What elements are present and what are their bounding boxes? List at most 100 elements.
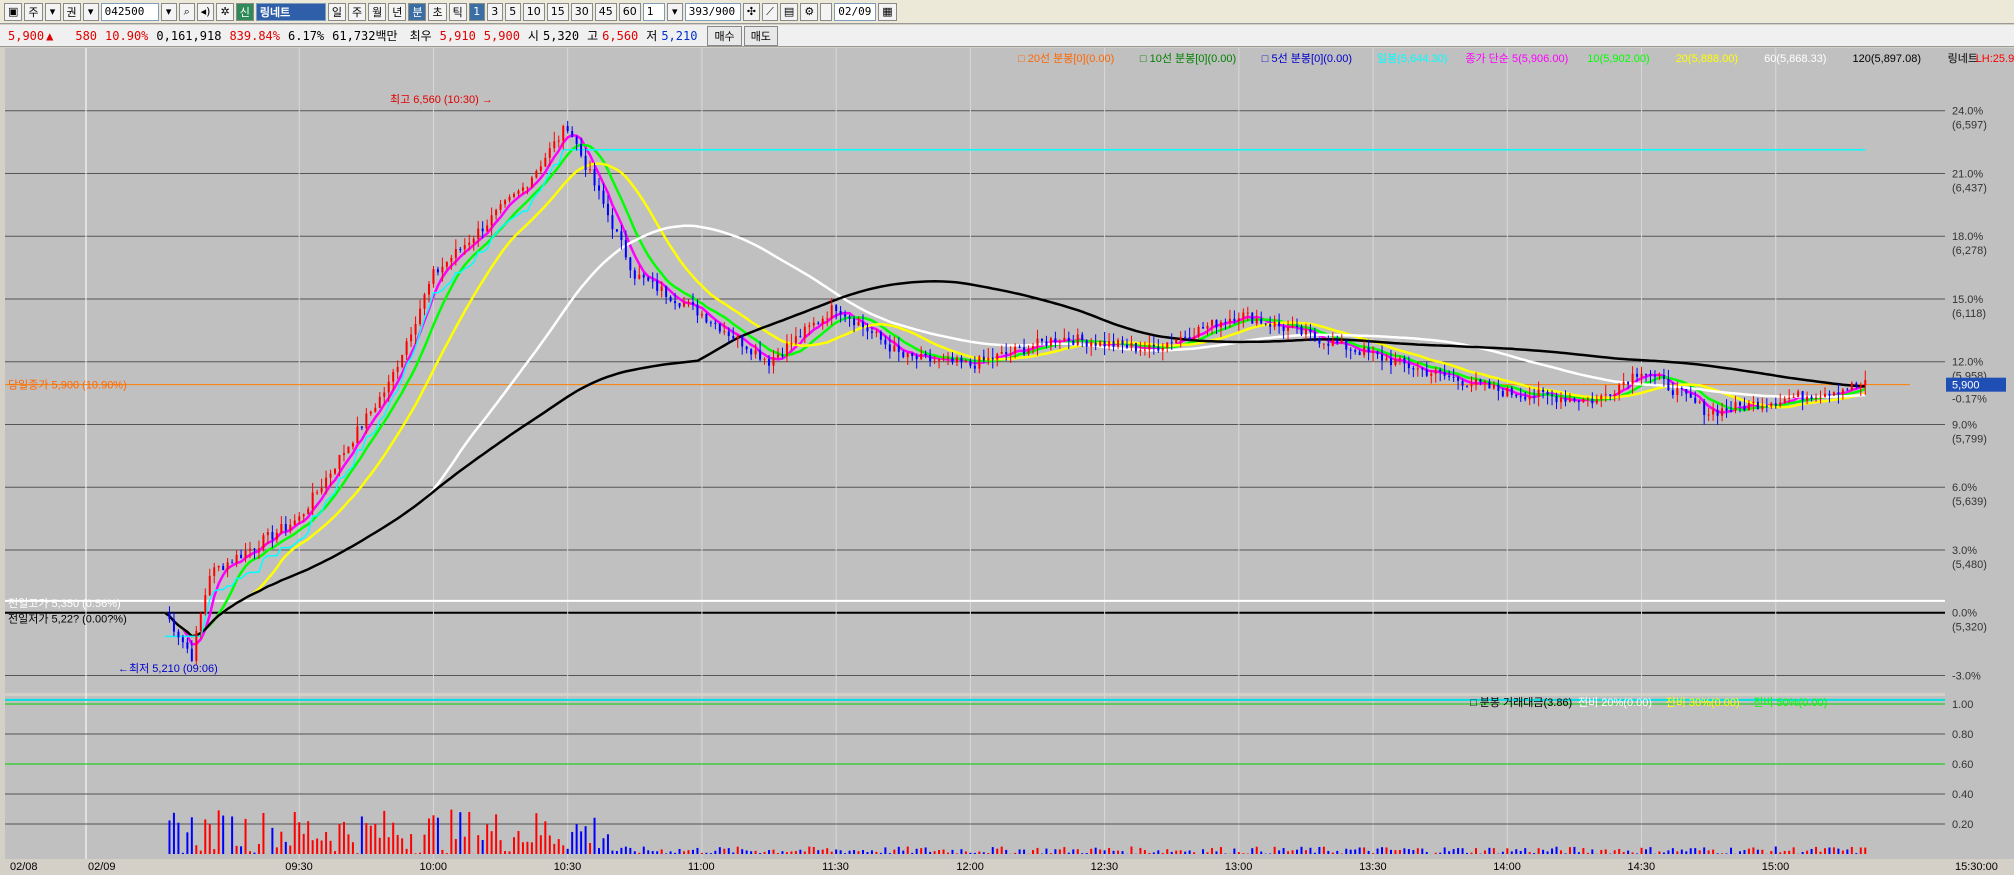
candle-body xyxy=(172,619,175,632)
volume-bar xyxy=(1215,851,1218,854)
dropdown-icon[interactable]: ▾ xyxy=(666,2,683,21)
volume-bar xyxy=(1864,847,1867,854)
volume-bar xyxy=(553,843,556,854)
y-tick-label: 18.0% xyxy=(1952,231,1983,243)
candle-body xyxy=(1501,390,1504,397)
volume-bar xyxy=(924,847,927,854)
interval-1[interactable]: 1 xyxy=(468,2,485,21)
volume-bar xyxy=(240,846,243,854)
date-input[interactable]: 02/09 xyxy=(834,2,877,21)
stock-chart[interactable]: 24.0% (6,597) 21.0% (6,437) 18.0% (6,278) 15.0… xyxy=(0,48,2014,875)
volume-bar xyxy=(1591,849,1594,854)
candle-body xyxy=(790,343,793,345)
volume-bar xyxy=(1636,853,1639,854)
volume-bar xyxy=(365,823,368,854)
calendar-icon[interactable]: ▦ xyxy=(878,2,897,21)
volume-bar xyxy=(181,852,184,854)
credit-badge[interactable]: 신 xyxy=(235,2,254,21)
volume-bar xyxy=(1389,849,1392,854)
candle-body xyxy=(436,269,439,273)
volume-bar xyxy=(1721,853,1724,854)
vol-tick-label: 0.60 xyxy=(1952,759,1973,771)
market-select[interactable]: 주 xyxy=(24,2,43,21)
candle-body xyxy=(226,562,229,571)
dropdown-icon[interactable]: ▾ xyxy=(82,2,99,21)
interval-45[interactable]: 45 xyxy=(594,2,617,21)
candle-body xyxy=(606,203,609,216)
interval-5[interactable]: 5 xyxy=(504,2,521,21)
volume-bar xyxy=(280,831,283,854)
volume-bar xyxy=(1121,851,1124,854)
candle-body xyxy=(687,302,690,304)
candle-body xyxy=(718,323,721,332)
crosshair-icon[interactable]: ✣ xyxy=(742,2,760,21)
interval-10[interactable]: 10 xyxy=(522,2,545,21)
trendline-icon[interactable]: ⟋ xyxy=(761,2,778,21)
search-icon[interactable]: ⌕ xyxy=(178,2,195,21)
interval-3[interactable]: 3 xyxy=(486,2,503,21)
interval-15[interactable]: 15 xyxy=(546,2,569,21)
volume-bar xyxy=(700,852,703,854)
period-day[interactable]: 일 xyxy=(327,2,346,21)
volume-bar xyxy=(548,835,551,854)
volume-bar xyxy=(1815,846,1818,854)
volume-bar xyxy=(759,853,762,854)
code-input[interactable]: 042500 xyxy=(100,2,159,21)
price-change-pct: 10.90% xyxy=(105,28,149,43)
period-month[interactable]: 월 xyxy=(368,2,387,21)
candle-body xyxy=(1810,396,1813,400)
candle-body xyxy=(1412,368,1415,370)
candle-body xyxy=(396,366,399,372)
volume-bar xyxy=(486,824,489,854)
candle-body xyxy=(1774,403,1777,406)
dropdown-icon[interactable]: ▾ xyxy=(160,2,177,21)
sell-button[interactable]: 매도 xyxy=(743,25,778,46)
speaker-icon[interactable]: ◂) xyxy=(196,2,215,21)
candle-body xyxy=(311,492,314,509)
volume-bar xyxy=(969,852,972,854)
dropdown-icon[interactable]: ▾ xyxy=(44,2,61,21)
period-second[interactable]: 초 xyxy=(428,2,447,21)
volume-bar xyxy=(862,850,864,854)
buy-button[interactable]: 매수 xyxy=(707,25,742,46)
candle-body xyxy=(499,204,502,210)
volume-bar xyxy=(844,853,847,854)
candle-body xyxy=(284,523,287,531)
volume-bar xyxy=(624,846,627,854)
count-input[interactable]: 1 xyxy=(642,2,665,21)
type-select[interactable]: 권 xyxy=(62,2,81,21)
volume-bar xyxy=(1049,853,1052,854)
candle-body xyxy=(727,331,730,336)
low-price: 5,210 xyxy=(661,28,698,43)
volume-bar xyxy=(714,850,717,854)
volume-bar xyxy=(1618,848,1621,854)
candle-body xyxy=(642,274,645,278)
save-icon[interactable]: ▤ xyxy=(779,2,799,21)
period-week[interactable]: 주 xyxy=(347,2,367,21)
candle-body xyxy=(1721,408,1724,416)
volume-bar xyxy=(316,838,319,854)
candle-body xyxy=(405,341,408,355)
volume-bar xyxy=(857,851,860,854)
volume-bar xyxy=(177,822,180,854)
period-tick[interactable]: 틱 xyxy=(448,2,467,21)
volume-bar xyxy=(222,815,225,854)
period-year[interactable]: 년 xyxy=(388,2,407,21)
interval-30[interactable]: 30 xyxy=(570,2,593,21)
interval-60[interactable]: 60 xyxy=(618,2,641,21)
candle-body xyxy=(875,331,878,333)
date-checkbox[interactable] xyxy=(820,2,833,21)
volume-bar xyxy=(830,851,833,854)
candle-body xyxy=(521,187,524,191)
volume-bar xyxy=(517,831,520,854)
volume-bar xyxy=(1604,849,1607,854)
settings-icon[interactable]: ⚙ xyxy=(800,2,819,21)
gear-icon[interactable]: ✲ xyxy=(216,2,234,21)
volume-bar xyxy=(1707,850,1710,854)
window-icon[interactable]: ▣ xyxy=(4,2,23,21)
period-minute[interactable]: 분 xyxy=(408,2,427,21)
volume-bar xyxy=(678,848,681,854)
high-label: 고 xyxy=(587,29,599,43)
candle-body xyxy=(347,446,350,454)
volume-bar xyxy=(1045,848,1048,854)
